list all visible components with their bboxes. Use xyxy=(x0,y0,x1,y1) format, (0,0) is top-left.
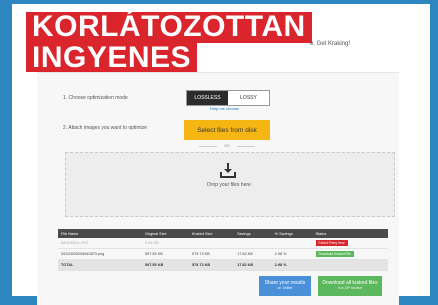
col-pct-savings: % Savings xyxy=(271,229,313,238)
cell-file: IMAGE001.JPG xyxy=(58,238,143,249)
col-status: Status xyxy=(312,229,388,238)
total-pct: 2.98 % xyxy=(271,259,313,271)
total-original: 597.55 KB xyxy=(142,259,189,271)
cell-original: 597.55 KB xyxy=(142,248,189,260)
header-tagline: e. Get Kraking! xyxy=(310,41,351,47)
cell-status: Download Kraked File xyxy=(312,248,388,260)
download-all-label: Download all kraked files xyxy=(322,280,378,286)
download-tray-icon xyxy=(220,163,236,178)
total-label: TOTAL xyxy=(58,259,143,271)
share-button-label: Share your results xyxy=(264,280,306,286)
share-button-sublabel: on Twitter xyxy=(277,286,293,290)
results-table: File Name Original Size Kraked Size Savi… xyxy=(58,229,388,271)
col-kraked-size: Kraked Size xyxy=(188,229,235,238)
drop-zone-text: Drop your files here xyxy=(207,182,251,188)
share-results-button[interactable]: Share your results on Twitter xyxy=(259,276,311,296)
col-savings: Savings xyxy=(234,229,272,238)
step-2-label: 2. Attach images you want to optimize xyxy=(63,125,147,131)
mode-toggle[interactable]: LOSSLESS LOSSY xyxy=(186,90,270,106)
retry-button[interactable]: Failed! Retry here xyxy=(315,240,348,246)
cell-kraked: 579.73 KB xyxy=(188,248,235,260)
table-header-row: File Name Original Size Kraked Size Savi… xyxy=(58,229,388,238)
cell-file: 20220505205640873.png xyxy=(58,248,143,260)
download-all-sublabel: in a ZIP archive xyxy=(337,286,363,290)
cell-kraked xyxy=(188,238,235,249)
cell-savings: 17.82 KB xyxy=(234,248,272,260)
download-all-button[interactable]: Download all kraked files in a ZIP archi… xyxy=(318,276,382,296)
help-choose-link[interactable]: Help me choose xyxy=(210,106,239,111)
cell-pct: 2.98 % xyxy=(271,248,313,260)
table-row: IMAGE001.JPG 2.93 KB Failed! Retry here xyxy=(58,238,388,249)
step-1-label: 1. Choose optimization mode xyxy=(63,95,128,101)
mode-lossless-button[interactable]: LOSSLESS xyxy=(187,91,228,105)
col-file-name: File Name xyxy=(58,229,143,238)
cell-original: 2.93 KB xyxy=(142,238,189,249)
mode-lossy-button[interactable]: LOSSY xyxy=(228,91,269,105)
total-kraked: 579.73 KB xyxy=(188,259,235,271)
cell-savings xyxy=(234,238,272,249)
or-divider: OR xyxy=(197,143,257,149)
overlay-title-line-2: INGYENES xyxy=(26,43,198,73)
cell-pct xyxy=(271,238,313,249)
total-savings: 17.82 KB xyxy=(234,259,272,271)
total-status xyxy=(312,259,388,271)
download-file-button[interactable]: Download Kraked File xyxy=(315,251,354,257)
col-original-size: Original Size xyxy=(142,229,189,238)
select-files-button[interactable]: Select files from disk xyxy=(184,120,270,140)
overlay-title-line-1: KORLÁTOZOTTAN xyxy=(26,12,312,43)
table-row: 20220505205640873.png 597.55 KB 579.73 K… xyxy=(58,248,388,260)
table-total-row: TOTAL 597.55 KB 579.73 KB 17.82 KB 2.98 … xyxy=(58,259,388,271)
cell-status: Failed! Retry here xyxy=(312,238,388,249)
